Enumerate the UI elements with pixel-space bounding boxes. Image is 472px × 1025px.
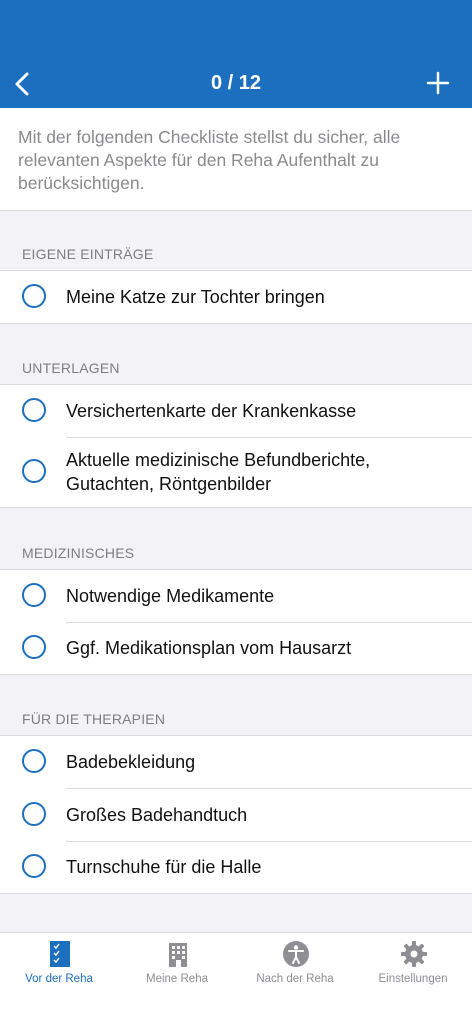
checklist-item-label: Turnschuhe für die Halle [66,857,262,877]
checklist-item[interactable]: Notwendige Medikamente [0,570,472,622]
checklist-item[interactable]: Ggf. Medikationsplan vom Hausarzt [0,622,472,674]
checklist-item[interactable]: Großes Badehandtuch [0,788,472,841]
building-icon [165,941,191,967]
tab-meine-reha[interactable]: Meine Reha [118,933,236,1003]
section-group-documents: Versichertenkarte der Krankenkasse Aktue… [0,384,472,508]
section-header-documents: UNTERLAGEN [22,360,120,376]
section-header-therapies: FÜR DIE THERAPIEN [22,711,166,727]
tab-bar: Vor der Reha Meine Reha Nach der Reha Ei… [0,932,472,1025]
section-header-medical: MEDIZINISCHES [22,545,135,561]
section-header-own-entries: EIGENE EINTRÄGE [22,246,154,262]
checklist-item[interactable]: Versichertenkarte der Krankenkasse [0,385,472,437]
checklist-item[interactable]: Meine Katze zur Tochter bringen [0,271,472,323]
checklist-item-label: Notwendige Medikamente [66,586,275,606]
tab-einstellungen[interactable]: Einstellungen [354,933,472,1003]
checklist-item[interactable]: Turnschuhe für die Halle [0,841,472,893]
tab-vor-der-reha[interactable]: Vor der Reha [0,933,118,1003]
plus-icon[interactable] [426,71,450,95]
page-title: 0 / 12 [210,72,262,94]
checklist-item[interactable]: Aktuelle medizinische Befundberichte, Gu… [0,437,472,507]
checklist-item-label: Ggf. Medikationsplan vom Hausarzt [66,638,352,658]
intro-panel: Mit der folgenden Checkliste stellst du … [0,108,472,211]
section-group-own-entries: Meine Katze zur Tochter bringen [0,270,472,324]
checklist-icon [47,941,73,967]
tab-label: Vor der Reha [25,973,93,985]
checklist-item-label: Versichertenkarte der Krankenkasse [66,401,357,421]
checkbox-circle-icon[interactable] [22,398,46,422]
checklist-item[interactable]: Badebekleidung [0,736,472,788]
checklist-item-label: Aktuelle medizinische Befundberichte, Gu… [66,450,371,494]
tab-nach-der-reha[interactable]: Nach der Reha [236,933,354,1003]
gear-icon [401,941,427,967]
accessibility-icon [283,941,309,967]
checklist-item-label: Meine Katze zur Tochter bringen [66,287,325,307]
tab-label: Nach der Reha [256,973,334,985]
checklist-item-label: Badebekleidung [66,752,196,772]
checkbox-circle-icon[interactable] [22,801,46,826]
checkbox-circle-icon[interactable] [22,459,46,483]
checkbox-circle-icon[interactable] [22,284,46,308]
tab-label: Einstellungen [378,973,448,985]
checkbox-circle-icon[interactable] [22,854,46,878]
checkbox-circle-icon[interactable] [22,583,46,607]
navigation-bar: 0 / 12 [0,0,472,108]
checklist-item-label: Großes Badehandtuch [66,804,248,825]
section-group-therapies: Badebekleidung Großes Badehandtuch Turns… [0,735,472,894]
checkbox-circle-icon[interactable] [22,749,46,773]
checkbox-circle-icon[interactable] [22,635,46,659]
tab-label: Meine Reha [145,973,208,985]
section-group-medical: Notwendige Medikamente Ggf. Medikationsp… [0,569,472,675]
intro-text: Mit der folgenden Checkliste stellst du … [18,127,401,193]
